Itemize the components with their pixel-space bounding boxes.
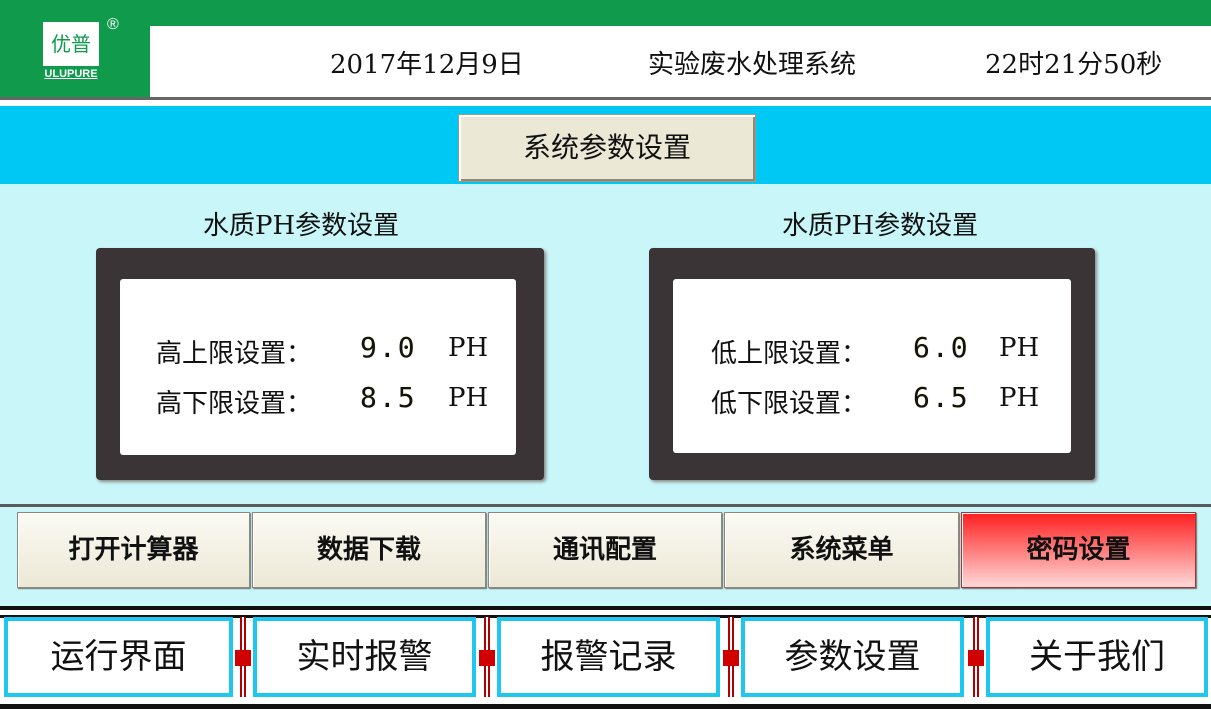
low-limit-panel-heading: 水质PH参数设置	[782, 211, 979, 241]
low-limit-panel-body: 低上限设置： 6.0 PH 低下限设置： 6.5 PH	[673, 279, 1071, 453]
low-lower-limit-row: 低下限设置： 6.5 PH	[673, 379, 1071, 419]
function-bar-divider	[0, 504, 1211, 507]
nav-realtime-alarm[interactable]: 实时报警	[253, 617, 476, 697]
low-upper-limit-value[interactable]: 6.0	[913, 331, 970, 364]
high-lower-limit-unit: PH	[448, 383, 489, 413]
high-lower-limit-value[interactable]: 8.5	[360, 381, 417, 414]
high-upper-limit-value[interactable]: 9.0	[360, 331, 417, 364]
low-upper-limit-row: 低上限设置： 6.0 PH	[673, 329, 1071, 369]
data-download-button[interactable]: 数据下载	[252, 512, 486, 588]
high-lower-limit-row: 高下限设置： 8.5 PH	[120, 379, 516, 419]
low-limit-panel: 低上限设置： 6.0 PH 低下限设置： 6.5 PH	[649, 248, 1095, 480]
high-upper-limit-row: 高上限设置： 9.0 PH	[120, 329, 516, 369]
low-lower-limit-label: 低下限设置：	[711, 389, 868, 419]
registered-mark-icon: ®	[107, 16, 119, 33]
header-time: 22时21分50秒	[985, 50, 1163, 80]
nav-connector-icon	[479, 617, 495, 697]
nav-connector-icon	[968, 617, 984, 697]
nav-top-rule	[0, 606, 1211, 610]
low-upper-limit-unit: PH	[999, 333, 1040, 363]
header-green-band	[0, 0, 1211, 26]
low-upper-limit-label: 低上限设置：	[711, 339, 868, 369]
high-limit-panel: 高上限设置： 9.0 PH 高下限设置： 8.5 PH	[96, 248, 544, 480]
communication-config-button[interactable]: 通讯配置	[488, 512, 722, 588]
low-lower-limit-unit: PH	[999, 383, 1040, 413]
nav-alarm-records[interactable]: 报警记录	[497, 617, 720, 697]
high-lower-limit-label: 高下限设置：	[156, 389, 313, 419]
nav-bottom-rule	[0, 704, 1211, 709]
system-menu-button[interactable]: 系统菜单	[724, 512, 959, 588]
nav-connector-icon	[235, 617, 251, 697]
high-upper-limit-unit: PH	[448, 333, 489, 363]
system-title: 实验废水处理系统	[648, 50, 857, 80]
high-limit-panel-heading: 水质PH参数设置	[203, 211, 400, 241]
open-calculator-button[interactable]: 打开计算器	[17, 512, 250, 588]
low-lower-limit-value[interactable]: 6.5	[913, 381, 970, 414]
nav-about-us[interactable]: 关于我们	[986, 617, 1208, 697]
header: 优普 ULUPURE ® 2017年12月9日 实验废水处理系统 22时21分5…	[0, 0, 1211, 100]
section-title: 系统参数设置	[458, 114, 756, 182]
high-upper-limit-label: 高上限设置：	[156, 339, 313, 369]
brand-logo: 优普	[43, 22, 99, 66]
password-settings-button[interactable]: 密码设置	[961, 512, 1196, 588]
nav-parameter-settings[interactable]: 参数设置	[741, 617, 964, 697]
brand-logo-subtitle: ULUPURE	[44, 68, 98, 80]
nav-run-screen[interactable]: 运行界面	[4, 617, 233, 697]
header-date: 2017年12月9日	[330, 50, 524, 80]
nav-connector-icon	[723, 617, 739, 697]
high-limit-panel-body: 高上限设置： 9.0 PH 高下限设置： 8.5 PH	[120, 279, 516, 455]
